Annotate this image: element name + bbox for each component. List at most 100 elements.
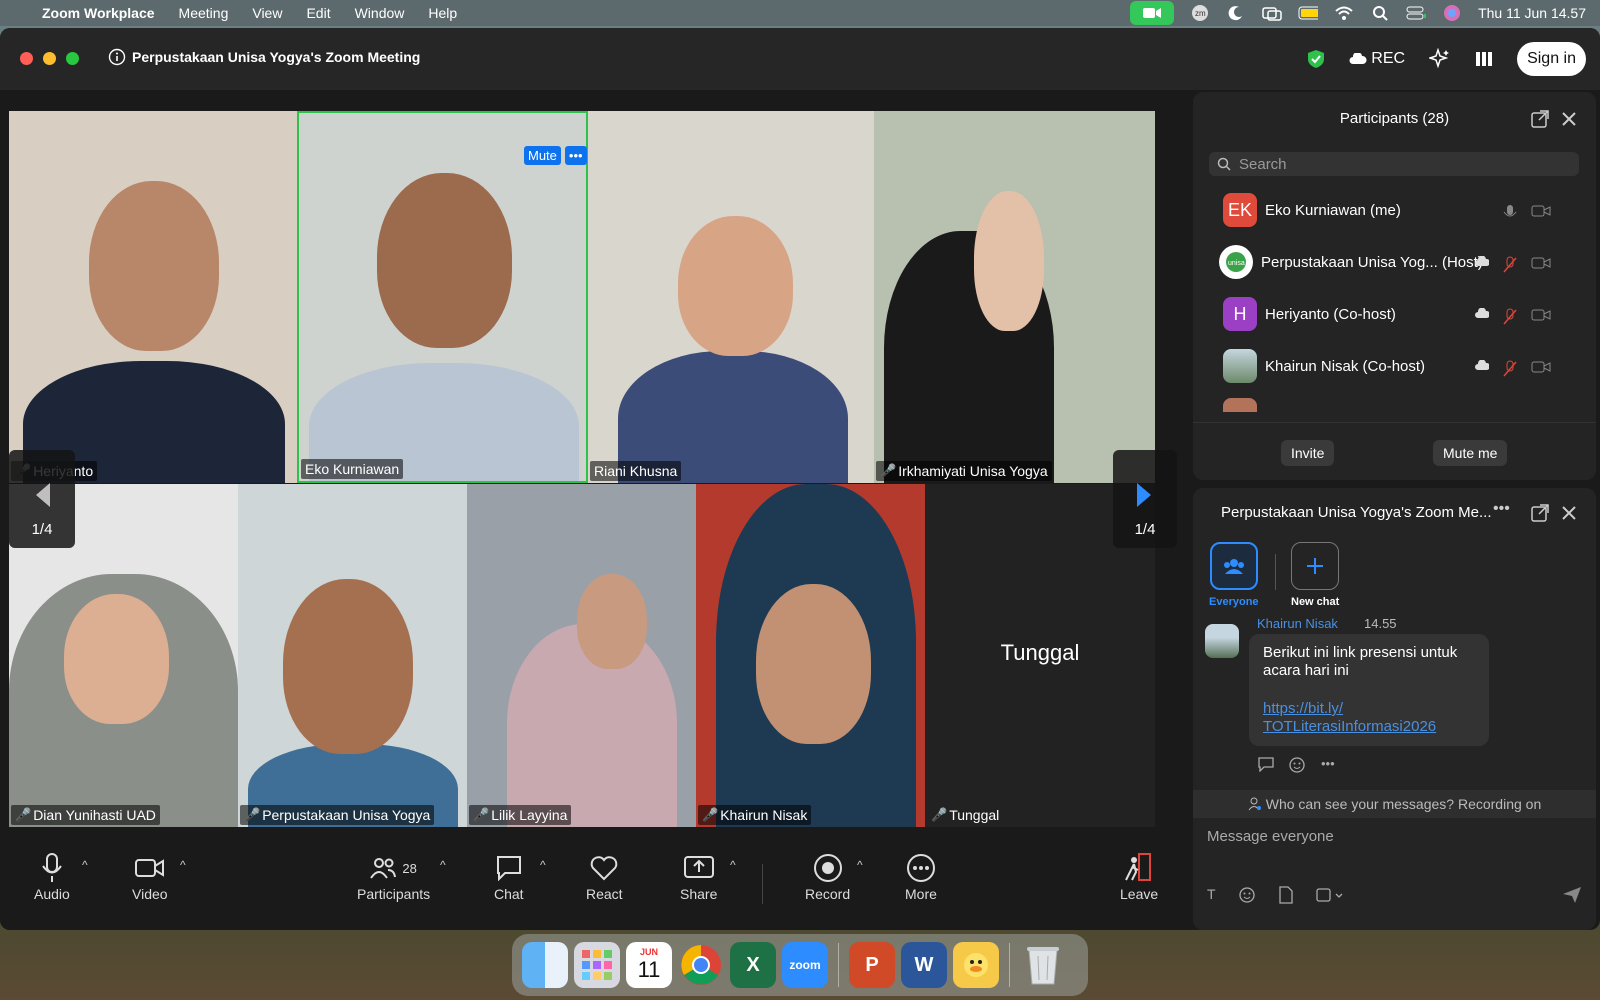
launchpad-icon[interactable] [574,942,620,988]
new-chat-button[interactable]: New chat [1291,542,1339,608]
menu-view[interactable]: View [252,5,282,21]
shield-icon[interactable] [1307,49,1325,69]
pop-out-icon[interactable] [1531,504,1549,522]
next-page-button[interactable]: 1/4 [1113,450,1177,548]
title-bar-actions: REC Sign in [1307,42,1586,76]
tile-more-button[interactable]: ••• [564,146,587,165]
video-tile-active-speaker[interactable]: Eko Kurniawan [297,111,588,483]
participants-search-input[interactable]: Search [1209,152,1579,176]
info-icon[interactable] [108,48,126,66]
microphone-icon[interactable] [1503,204,1517,222]
format-text-icon[interactable]: T [1207,886,1216,904]
add-reaction-icon[interactable] [1289,756,1307,774]
video-grid: 🎤Heriyanto Eko Kurniawan Riani Khusna 🎤I… [9,111,1179,831]
close-window-button[interactable] [20,52,33,65]
control-center-icon[interactable] [1406,5,1427,21]
search-icon[interactable] [1370,5,1390,21]
zoom-icon[interactable]: zm [1190,5,1210,21]
menu-help[interactable]: Help [428,5,457,21]
layout-icon[interactable] [1475,50,1493,68]
trash-icon[interactable] [1020,942,1066,988]
zoom-camera-icon[interactable] [1130,1,1175,25]
participants-options-chevron-icon[interactable]: ^ [440,858,446,872]
menu-datetime[interactable]: Thu 11 Jun 14.57 [1478,5,1586,21]
cyberduck-icon[interactable] [953,942,999,988]
ai-companion-icon[interactable] [1429,48,1451,70]
message-author[interactable]: Khairun Nisak [1257,616,1338,631]
battery-icon[interactable] [1298,5,1319,21]
mic-muted-icon[interactable] [1503,256,1517,274]
menu-window[interactable]: Window [355,5,405,21]
video-tile[interactable]: 🎤Heriyanto [9,111,297,483]
mic-muted-icon[interactable] [1503,308,1517,326]
chat-more-icon[interactable]: ••• [1493,500,1510,518]
message-link[interactable]: https://bit.ly/ TOTLiterasiInformasi2026 [1263,700,1475,736]
mic-muted-icon[interactable] [1503,360,1517,378]
tile-mute-button[interactable]: Mute [524,146,561,165]
participant-row-name: Eko Kurniawan (me) [1265,201,1401,219]
rec-indicator[interactable]: REC [1349,50,1405,68]
leave-button[interactable]: Leave [1120,850,1158,902]
screenshot-icon[interactable] [1315,886,1344,904]
participant-row-partial[interactable] [1223,398,1583,412]
previous-page-button[interactable]: 1/4 [9,450,75,548]
video-tile[interactable]: 🎤 Irkhamiyati Unisa Yogya [874,111,1155,483]
powerpoint-icon[interactable]: P [849,942,895,988]
message-input[interactable]: Message everyone [1207,828,1334,845]
screen-mirror-icon[interactable] [1262,5,1282,21]
video-camera-icon[interactable] [1531,256,1551,270]
excel-icon[interactable]: X [730,942,776,988]
message-more-icon[interactable]: ••• [1321,756,1335,774]
row-status-icons [1475,256,1551,274]
video-camera-icon[interactable] [1531,204,1551,218]
share-options-chevron-icon[interactable]: ^ [730,858,736,872]
close-icon[interactable] [1561,505,1577,521]
participant-face [377,173,512,348]
record-button[interactable]: Record [805,850,850,902]
zoom-app-icon[interactable]: zoom [782,942,828,988]
minimize-window-button[interactable] [43,52,56,65]
pop-out-icon[interactable] [1531,110,1549,128]
menu-meeting[interactable]: Meeting [179,5,229,21]
send-icon[interactable] [1562,886,1582,904]
participants-button[interactable]: 28 Participants [357,850,430,902]
reply-icon[interactable] [1257,756,1275,772]
participants-label: Participants [357,886,431,902]
finder-icon[interactable] [522,942,568,988]
sign-in-button[interactable]: Sign in [1517,42,1586,76]
emoji-icon[interactable] [1238,886,1256,904]
zoom-window-button[interactable] [66,52,79,65]
react-button[interactable]: React [586,850,623,902]
message-visibility-notice[interactable]: Who can see your messages? Recording on [1193,790,1596,818]
menu-edit[interactable]: Edit [306,5,330,21]
audio-button[interactable]: Audio [34,850,70,902]
word-icon[interactable]: W [901,942,947,988]
video-tile[interactable]: Riani Khusna [588,111,874,483]
more-button[interactable]: More [905,850,937,902]
menu-app-name[interactable]: Zoom Workplace [42,5,155,21]
calendar-icon[interactable]: JUN 11 [626,942,672,988]
mic-off-icon: 🎤 [931,807,948,822]
mute-me-button[interactable]: Mute me [1433,440,1508,466]
invite-button[interactable]: Invite [1281,440,1335,466]
everyone-chat-button[interactable]: Everyone [1209,542,1259,608]
audio-options-chevron-icon[interactable]: ^ [82,858,88,872]
participant-name: Tunggal [949,807,1000,823]
close-icon[interactable] [1561,111,1577,127]
video-tile[interactable]: 🎤 Perpustakaan Unisa Yogya [238,484,467,827]
record-options-chevron-icon[interactable]: ^ [857,858,863,872]
video-button[interactable]: Video [132,850,168,902]
chrome-icon[interactable] [678,942,724,988]
file-icon[interactable] [1278,886,1294,904]
share-button[interactable]: Share [680,850,717,902]
chat-button[interactable]: Chat [494,850,524,902]
video-camera-icon[interactable] [1531,308,1551,322]
video-camera-icon[interactable] [1531,360,1551,374]
video-tile[interactable]: 🎤 Lilik Layyina [467,484,696,827]
siri-icon[interactable] [1442,5,1462,21]
wifi-icon[interactable] [1334,5,1354,21]
chat-options-chevron-icon[interactable]: ^ [540,858,546,872]
video-tile[interactable]: 🎤 Khairun Nisak [696,484,925,827]
moon-icon[interactable] [1226,5,1246,21]
video-options-chevron-icon[interactable]: ^ [180,858,186,872]
